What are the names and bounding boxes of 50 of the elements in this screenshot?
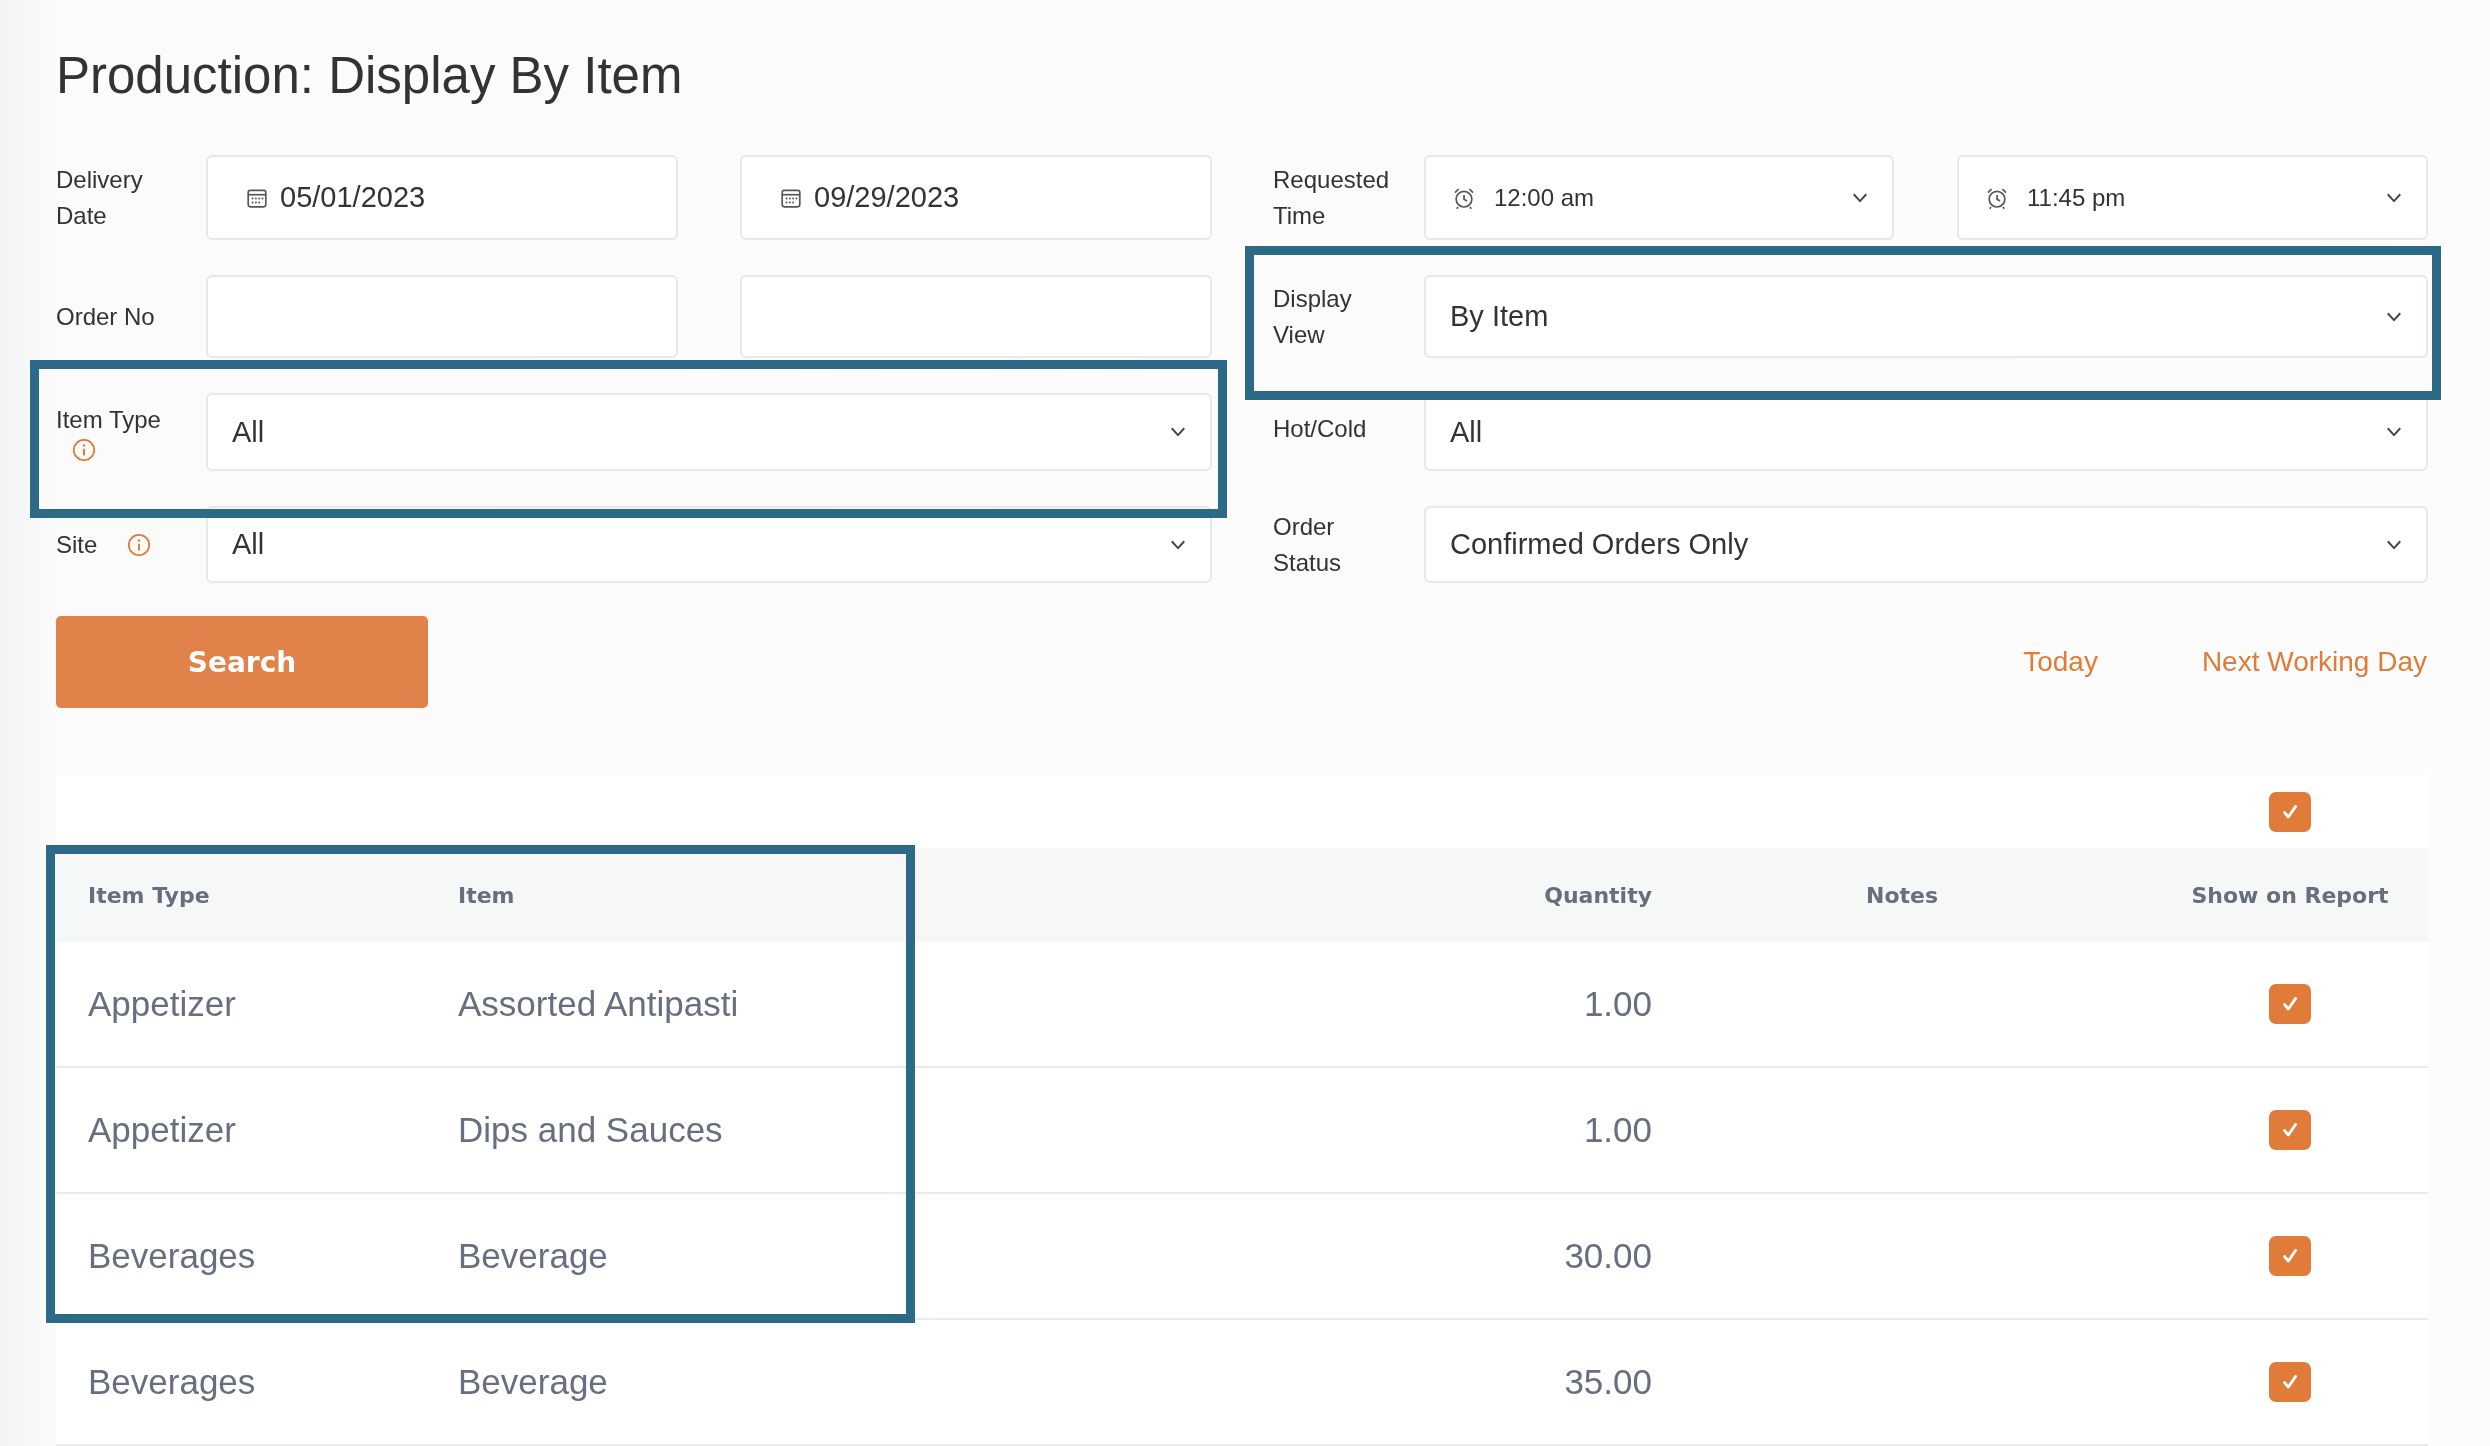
info-icon[interactable]	[72, 438, 96, 462]
field-label: Delivery Date	[56, 164, 144, 231]
field-label: Site	[56, 529, 98, 560]
table-cell-text: Appetizer	[87, 984, 237, 1024]
dropdown[interactable]: All	[206, 506, 1212, 583]
checkbox[interactable]	[2269, 1362, 2311, 1402]
column-header: Show on Report	[2190, 882, 2390, 908]
field-label: Requested Time	[1273, 164, 1391, 231]
field-label: Order Status	[1273, 511, 1343, 578]
date-field[interactable]: 05/01/2023	[206, 155, 678, 240]
column-header: Notes	[1864, 882, 1940, 908]
field-label: Order No	[56, 301, 156, 332]
date-field[interactable]: 09/29/2023	[740, 155, 1212, 240]
chevron-down-icon	[2386, 192, 2402, 203]
chevron-down-icon	[2386, 311, 2402, 322]
chevron-down-icon	[2386, 539, 2402, 550]
time-dropdown[interactable]: 11:45 pm	[1957, 155, 2428, 240]
field-label: Display View	[1273, 283, 1353, 350]
checkbox[interactable]	[2269, 984, 2311, 1024]
chevron-down-icon	[2386, 427, 2402, 437]
checkbox[interactable]	[2269, 1110, 2311, 1150]
table-cell-text: 30.00	[1563, 1236, 1652, 1276]
dropdown[interactable]: All	[206, 393, 1212, 471]
table-cell-text: Beverages	[87, 1362, 257, 1402]
table-cell-text: Assorted Antipasti	[458, 984, 740, 1024]
chevron-down-icon	[1170, 427, 1186, 437]
chevron-down-icon	[1170, 539, 1186, 550]
column-header: Quantity	[1543, 882, 1652, 908]
column-header: Item	[458, 882, 516, 908]
dropdown[interactable]: Confirmed Orders Only	[1424, 506, 2428, 583]
page-title: Production: Display By Item	[56, 46, 684, 106]
select-all-checkbox[interactable]	[2269, 791, 2311, 832]
checkbox[interactable]	[2269, 1236, 2311, 1276]
calendar-icon	[780, 186, 802, 209]
table-cell-text: Beverage	[458, 1236, 609, 1276]
table-cell-text: Beverages	[87, 1236, 257, 1276]
column-header: Item Type	[87, 882, 211, 908]
table-cell-text: 1.00	[1582, 984, 1652, 1024]
table-cell-text: 35.00	[1563, 1362, 1652, 1402]
field-label: Hot/Cold	[1273, 414, 1368, 444]
time-dropdown[interactable]: 12:00 am	[1424, 155, 1894, 240]
calendar-icon	[246, 186, 268, 209]
table-cell-text: Appetizer	[87, 1110, 237, 1150]
chevron-down-icon	[1852, 192, 1868, 203]
info-icon[interactable]	[127, 532, 152, 557]
table-cell-text: Dips and Sauces	[458, 1110, 724, 1150]
dropdown[interactable]: By Item	[1424, 275, 2428, 358]
table-cell-text: 1.00	[1582, 1110, 1652, 1150]
field-label: Item Type	[56, 405, 161, 435]
table-cell-text: Beverage	[458, 1362, 609, 1402]
